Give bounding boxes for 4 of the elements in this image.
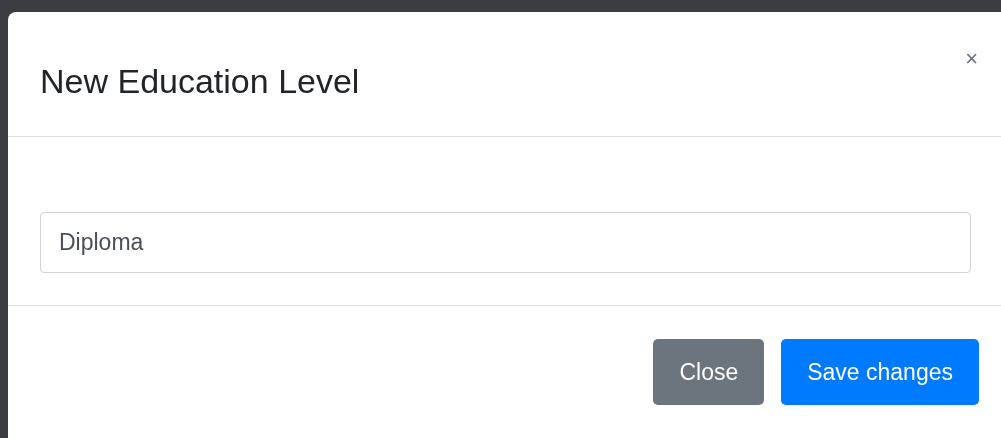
modal-title: New Education Level bbox=[40, 64, 360, 98]
save-button[interactable]: Save changes bbox=[781, 339, 979, 405]
input-field[interactable]: Diploma bbox=[40, 212, 971, 273]
close-button[interactable]: Close bbox=[653, 339, 765, 405]
